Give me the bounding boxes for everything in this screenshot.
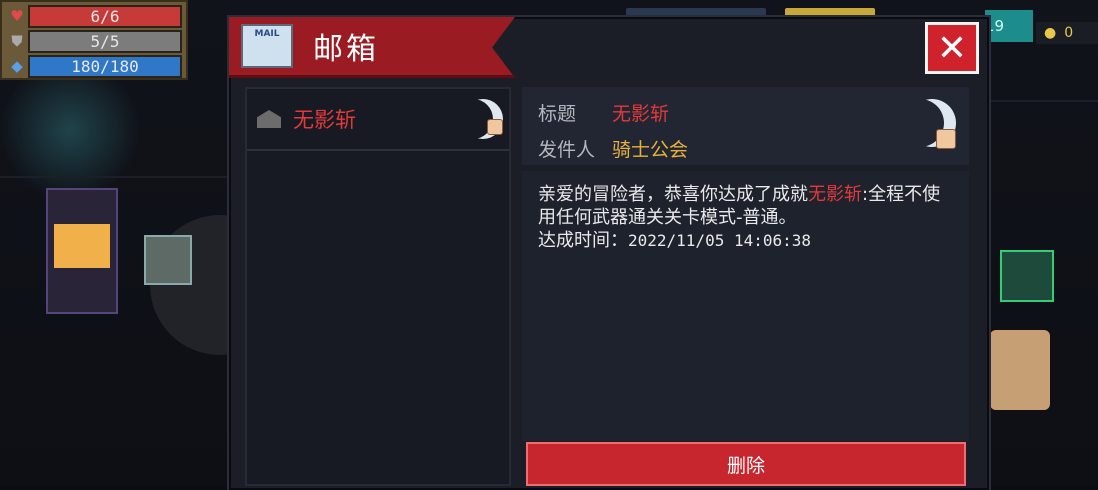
vending-machine <box>46 188 118 314</box>
body-text-prefix: 亲爱的冒险者，恭喜你达成了成就 <box>538 184 808 205</box>
player-stats-panel: ♥ 6/6 ⛊ 5/5 ◆ 180/180 <box>0 0 188 80</box>
gold-count-value: 0 <box>1064 25 1074 41</box>
floor-line <box>0 176 230 178</box>
hand-icon <box>487 119 503 135</box>
hand-icon <box>936 129 956 149</box>
armor-row: ⛊ 5/5 <box>6 29 182 53</box>
heart-icon: ♥ <box>10 7 24 25</box>
shield-icon: ⛊ <box>11 32 23 50</box>
mail-title-banner: MAIL 邮箱 <box>229 17 515 78</box>
vending-machine-screen <box>54 224 110 268</box>
armor-bar: 5/5 <box>28 29 182 53</box>
gold-counter: ● 0 <box>1036 22 1098 44</box>
achieved-time-label: 达成时间： <box>538 230 628 251</box>
skill-button[interactable] <box>1000 250 1054 302</box>
hp-row: ♥ 6/6 <box>6 4 182 28</box>
hp-bar: 6/6 <box>28 4 182 28</box>
mail-header: 标题 无影斩 发件人 骑士公会 <box>522 87 969 165</box>
energy-row: ◆ 180/180 <box>6 54 182 78</box>
mail-icon: MAIL <box>241 24 293 68</box>
achievement-name: 无影斩 <box>808 184 862 205</box>
title-label: 标题 <box>538 103 577 125</box>
mail-icon-label: MAIL <box>254 29 280 39</box>
sender-label: 发件人 <box>538 139 596 161</box>
mail-body-text: 亲爱的冒险者，恭喜你达成了成就无影斩:全程不使用任何武器通关关卡模式-普通。 达… <box>538 183 958 252</box>
mail-title-value: 无影斩 <box>612 103 670 125</box>
npc-character <box>990 330 1050 410</box>
close-button[interactable]: ✕ <box>925 22 979 74</box>
sender-value: 骑士公会 <box>612 139 689 161</box>
energy-diamond-icon: ◆ <box>11 57 23 75</box>
chest-object <box>144 235 192 285</box>
delete-button[interactable]: 删除 <box>526 442 966 486</box>
mail-body: 亲爱的冒险者，恭喜你达成了成就无影斩:全程不使用任何武器通关关卡模式-普通。 达… <box>522 171 969 441</box>
opened-envelope-icon <box>257 110 281 128</box>
achieved-time-value: 2022/11/05 14:06:38 <box>628 231 812 250</box>
window-title: 邮箱 <box>313 32 379 67</box>
energy-bar: 180/180 <box>28 54 182 78</box>
mail-list-item[interactable]: 无影斩 <box>247 89 509 151</box>
mail-list: 无影斩 <box>245 87 511 486</box>
floor-line <box>985 100 1098 102</box>
coin-icon: ● <box>1044 25 1057 41</box>
sender-row: 发件人 骑士公会 <box>538 135 688 162</box>
mail-list-item-title: 无影斩 <box>293 108 356 132</box>
gem-counter: 19 <box>985 10 1033 42</box>
title-row: 标题 无影斩 <box>538 99 669 126</box>
